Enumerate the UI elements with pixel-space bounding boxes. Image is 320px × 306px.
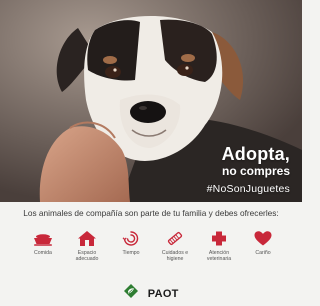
need-label: Atención veterinaria [206,250,232,262]
headline-block: Adopta, no compres #NoSonJuguetes [207,145,290,196]
clock-spiral-icon [122,231,139,246]
needs-list: Comida Espacio adecuado Tiempo Cuidados … [22,230,284,266]
medical-cross-icon [212,231,226,246]
need-label: Comida [34,250,52,256]
brand-name: PAOT [147,287,179,300]
need-label: Espacio adecuado [75,250,99,262]
headline-subtitle: no compres [221,164,290,178]
food-bowl-icon [34,234,52,246]
paot-logo-icon [123,283,139,304]
dog-photo: Adopta, no compres #NoSonJuguetes [0,0,302,202]
need-item-cuidados: Cuidados e higiene [154,230,196,262]
intro-text: Los animales de compañía son parte de tu… [23,208,279,218]
need-item-espacio: Espacio adecuado [66,230,108,262]
brand-footer: PAOT [0,283,302,301]
hashtag: #NoSonJuguetes [206,183,290,195]
need-item-veterinaria: Atención veterinaria [198,230,240,262]
headline-title: Adopta, [221,144,290,164]
adoption-poster: Adopta, no compres #NoSonJuguetes Los an… [0,0,302,306]
need-item-tiempo: Tiempo [110,230,152,256]
need-label: Cuidados e higiene [161,250,189,262]
brush-icon [167,232,183,245]
need-label: Tiempo [122,250,140,256]
heart-icon [254,231,272,246]
need-item-carino: Cariño [242,230,284,256]
info-panel: Los animales de compañía son parte de tu… [0,202,302,306]
house-icon [78,231,96,246]
need-label: Cariño [255,250,271,256]
need-item-comida: Comida [22,230,64,256]
